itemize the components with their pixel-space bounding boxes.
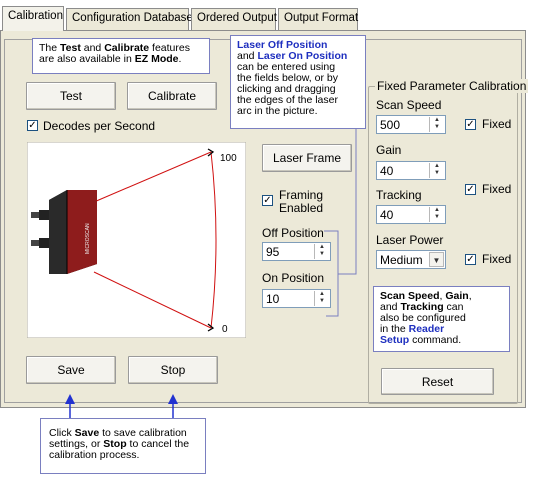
off-position-input[interactable]: 95 ▲ ▼ xyxy=(262,242,331,261)
laser-power-label: Laser Power xyxy=(376,233,444,247)
save-button[interactable]: Save xyxy=(26,356,116,384)
off-position-label: Off Position xyxy=(262,226,324,240)
decodes-per-second-label: Decodes per Second xyxy=(43,119,156,133)
stop-button[interactable]: Stop xyxy=(128,356,218,384)
laser-power-select[interactable]: Medium ▼ xyxy=(376,250,446,269)
reset-button[interactable]: Reset xyxy=(381,368,494,395)
tracking-label: Tracking xyxy=(376,188,422,202)
scan-speed-fixed-label: Fixed xyxy=(482,117,512,131)
laser-power-fixed-checkbox[interactable]: ✓ xyxy=(465,254,476,265)
tracking-input[interactable]: 40 ▲ ▼ xyxy=(376,205,446,224)
tracking-fixed-label: Fixed xyxy=(482,182,512,196)
scan-speed-label: Scan Speed xyxy=(376,98,442,112)
on-position-label: On Position xyxy=(262,271,325,285)
tracking-fixed-checkbox[interactable]: ✓ xyxy=(465,184,476,195)
ez-mode-callout: The Test and Calibrate features are also… xyxy=(32,38,210,74)
laser-power-dropdown-icon[interactable]: ▼ xyxy=(429,252,444,267)
laser-position-callout: Laser Off Position and Laser On Position… xyxy=(230,35,366,129)
scan-speed-input[interactable]: 500 ▲ ▼ xyxy=(376,115,446,134)
decodes-per-second-checkbox[interactable]: ✓ xyxy=(27,120,38,131)
fixed-parameter-calibration-title: Fixed Parameter Calibration xyxy=(375,79,529,93)
tab-output-format[interactable]: Output Format xyxy=(278,8,358,30)
scan-speed-stepper[interactable]: ▲ ▼ xyxy=(429,117,444,132)
save-stop-callout: Click Save to save calibration settings,… xyxy=(40,418,206,474)
gain-stepper[interactable]: ▲ ▼ xyxy=(429,163,444,178)
position-bracket xyxy=(324,128,357,317)
reader-setup-callout: Scan Speed, Gain, and Tracking can also … xyxy=(373,286,510,352)
tab-ordered-output[interactable]: Ordered Output xyxy=(191,8,277,30)
scan-speed-fixed-checkbox[interactable]: ✓ xyxy=(465,119,476,130)
tab-bar: Calibration Configuration Database Order… xyxy=(0,0,541,31)
test-button[interactable]: Test xyxy=(26,82,116,110)
laser-picture[interactable]: MICROSCAN 100 0 xyxy=(27,142,246,338)
device-brand-label: MICROSCAN xyxy=(85,223,91,254)
gain-label: Gain xyxy=(376,143,402,157)
tab-calibration[interactable]: Calibration xyxy=(2,6,64,31)
gain-input[interactable]: 40 ▲ ▼ xyxy=(376,161,446,180)
framing-enabled-checkbox[interactable]: ✓ xyxy=(262,195,273,206)
tab-configuration-database[interactable]: Configuration Database xyxy=(66,8,193,30)
on-position-input[interactable]: 10 ▲ ▼ xyxy=(262,289,331,308)
calibrate-button[interactable]: Calibrate xyxy=(127,82,217,110)
arc-bottom-label: 0 xyxy=(222,324,228,335)
tracking-stepper[interactable]: ▲ ▼ xyxy=(429,207,444,222)
laser-power-fixed-label: Fixed xyxy=(482,252,512,266)
framing-enabled-label: Framing Enabled xyxy=(279,188,324,215)
arc-top-label: 100 xyxy=(220,153,237,164)
